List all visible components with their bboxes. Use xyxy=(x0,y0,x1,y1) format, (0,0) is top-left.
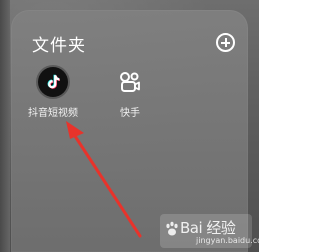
baidu-watermark: Bai 经验 jingyan.baidu.com xyxy=(160,214,259,248)
watermark-subtext: jingyan.baidu.com xyxy=(196,236,259,245)
baidu-paw-icon xyxy=(166,221,178,236)
watermark-text: Bai 经验 xyxy=(180,219,236,237)
phone-screen: 文件夹 抖音短视频 快手 Bai 经验 jingyan.baidu.c xyxy=(0,0,259,252)
